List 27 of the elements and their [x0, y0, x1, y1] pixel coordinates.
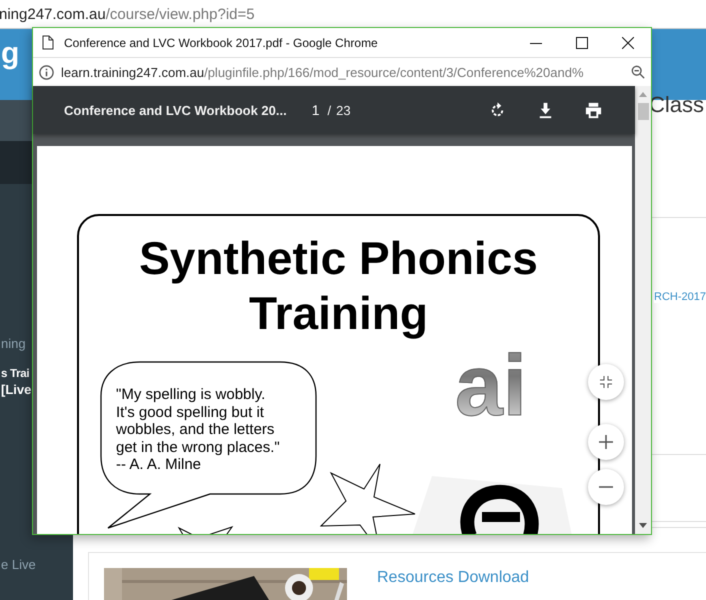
zoom-out-icon[interactable] [631, 65, 645, 79]
window-title: Conference and LVC Workbook 2017.pdf - Google Chrome [64, 36, 379, 50]
sidebar-item[interactable]: s Trai [1, 368, 30, 380]
sidebar-item[interactable]: [Live [1, 382, 32, 397]
site-logo[interactable]: g [1, 37, 20, 71]
slide-title: Training [249, 286, 428, 341]
collapse-icon [600, 376, 612, 388]
resource-link[interactable]: RCH-2017 [654, 291, 706, 303]
page-separator: / [328, 102, 332, 118]
scrollbar-thumb[interactable] [638, 103, 648, 120]
scrollbar[interactable] [635, 86, 651, 534]
page-count: 23 [336, 102, 351, 118]
card-title[interactable]: Resources Download [377, 569, 530, 587]
close-icon[interactable] [622, 36, 634, 48]
print-icon[interactable] [584, 100, 603, 120]
plus-icon [599, 435, 613, 449]
sidebar-item[interactable]: e Live [1, 557, 36, 572]
slide-title: Synthetic Phonics [139, 231, 538, 286]
maximize-icon[interactable] [576, 36, 588, 48]
address-url[interactable]: ning247.com.au/course/view.php?id=5 [0, 6, 255, 22]
sidebar-item[interactable]: ning [1, 336, 26, 351]
info-icon[interactable] [39, 64, 54, 80]
page-number[interactable]: 1 [312, 102, 320, 118]
quote-text: "My spelling is wobbly. It's good spelling but it wobbles, and the letters get in the wrong places." -- A. A. Milne [116, 386, 280, 474]
popup-url[interactable]: learn.training247.com.au/pluginfile.php/166/mod_resource/content/3/Conference%20and% [61, 64, 627, 80]
document-icon [42, 35, 54, 50]
pdf-title: Conference and LVC Workbook 20... [64, 102, 287, 118]
